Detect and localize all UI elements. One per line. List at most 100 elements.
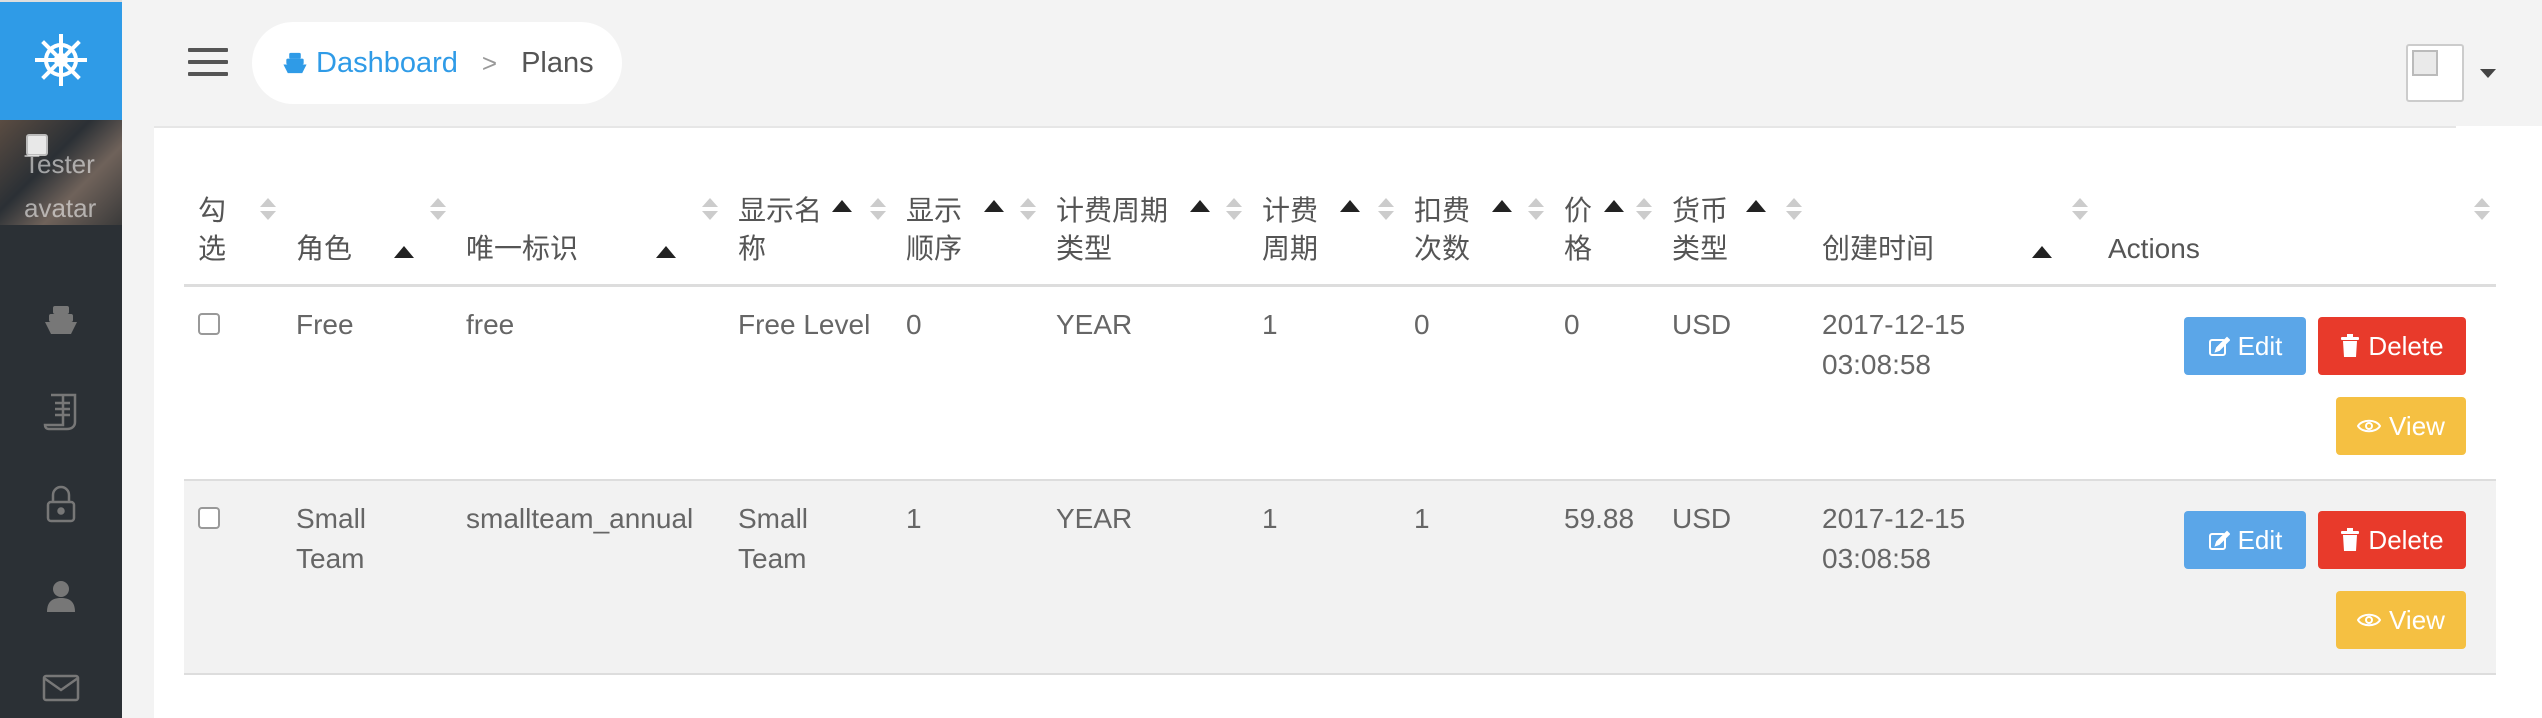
sort-icon [430,198,446,220]
header: Dashboard > Plans [122,0,2542,126]
cell-currency: USD [1658,285,1808,481]
sort-icon [260,198,276,220]
row-checkbox[interactable] [198,506,220,529]
cell-cycle: 1 [1248,285,1400,481]
cell-charges: 0 [1400,285,1550,481]
col-label: 勾 选 [198,195,227,264]
row-checkbox[interactable] [198,313,220,335]
row-select[interactable] [184,479,282,675]
sidebar-item-user[interactable] [0,566,122,626]
col-order[interactable]: 显示 顺序 [892,192,1042,287]
cell-charges: 1 [1400,479,1550,675]
edit-button[interactable]: Edit [2184,317,2306,375]
brand-logo[interactable] [0,0,122,120]
caret-down-icon [2480,68,2496,78]
sort-asc-icon [656,246,676,258]
delete-button[interactable]: Delete [2318,510,2466,569]
sort-icon [2072,198,2088,220]
cell-key: smallteam_annual [452,479,724,675]
col-display-name[interactable]: 显示名 称 [724,192,892,287]
sort-asc-icon [1604,200,1624,212]
sort-asc-icon [394,246,414,258]
col-label: 价 格 [1564,195,1593,264]
row-select[interactable] [184,285,282,481]
breadcrumb-separator: > [481,47,498,78]
sidebar-item-ship[interactable] [0,290,122,350]
col-label: 计费 周期 [1262,195,1319,264]
edit-button[interactable]: Edit [2184,510,2306,569]
sort-icon [1528,198,1544,220]
col-key[interactable]: 唯一标识 [452,192,724,287]
table-row: Free free Free Level 0 YEAR 1 0 0 USD 20… [184,285,2496,481]
trash-icon [2341,527,2360,551]
cell-order: 1 [892,479,1042,675]
sort-icon [1020,198,1036,220]
cell-price: 0 [1550,285,1658,481]
cell-role: Small Team [282,479,452,675]
sort-icon [1226,198,1242,220]
col-actions[interactable]: Actions [2094,192,2496,287]
cell-created: 2017-12-15 03:08:58 [1808,479,2094,675]
delete-button[interactable]: Delete [2318,317,2466,375]
table-row: Small Team smallteam_annual Small Team 1… [184,479,2496,675]
breadcrumb-dashboard-link[interactable]: Dashboard [282,47,458,80]
user-menu[interactable] [2406,44,2496,102]
plans-table: 勾 选 角色 唯一标识 显示名 称 显示 顺序 计费周期 类型 计费 周期 扣费… [184,192,2496,675]
sort-icon [1378,198,1394,220]
cell-currency: USD [1658,479,1808,675]
col-label: 唯一标识 [466,233,579,264]
col-label: Actions [2108,233,2200,264]
view-label: View [2389,411,2445,441]
cell-key: free [452,285,724,481]
breadcrumb: Dashboard > Plans [252,22,622,104]
col-cycle-type[interactable]: 计费周期 类型 [1042,192,1248,287]
col-created[interactable]: 创建时间 [1808,192,2094,287]
table-header-row: 勾 选 角色 唯一标识 显示名 称 显示 顺序 计费周期 类型 计费 周期 扣费… [184,192,2496,287]
cell-role: Free [282,285,452,481]
cell-cycle-type: YEAR [1042,285,1248,481]
col-label: 角色 [296,233,353,264]
sort-asc-icon [1190,200,1210,212]
col-label: 显示 顺序 [906,195,963,264]
delete-label: Delete [2368,524,2444,555]
col-role[interactable]: 角色 [282,192,452,287]
view-button[interactable]: View [2336,397,2466,455]
sidebar: Tester avatar [0,0,122,718]
col-charges[interactable]: 扣费 次数 [1400,192,1550,287]
sort-asc-icon [984,200,1004,212]
col-label: 显示名 称 [738,195,823,264]
main-content: 勾 选 角色 唯一标识 显示名 称 显示 顺序 计费周期 类型 计费 周期 扣费… [154,126,2542,718]
sidebar-item-mail[interactable] [0,658,122,718]
sort-asc-icon [2032,246,2052,258]
col-price[interactable]: 价 格 [1550,192,1658,287]
ship-icon [45,306,77,334]
lock-icon [46,485,76,523]
sort-asc-icon [832,200,852,212]
sort-icon [870,198,886,220]
cell-cycle-type: YEAR [1042,479,1248,675]
cell-created: 2017-12-15 03:08:58 [1808,285,2094,481]
cell-cycle: 1 [1248,479,1400,675]
cell-order: 0 [892,285,1042,481]
edit-label: Edit [2237,331,2283,361]
sort-icon [2474,198,2490,220]
edit-icon [2208,336,2230,356]
edit-icon [2208,530,2230,550]
sort-asc-icon [1746,200,1766,212]
delete-label: Delete [2368,331,2444,361]
user-avatar [2406,44,2464,102]
view-label: View [2389,604,2445,635]
sidebar-item-lock[interactable] [0,474,122,534]
menu-toggle-icon[interactable] [188,48,228,78]
eye-icon [2357,613,2382,626]
col-cycle[interactable]: 计费 周期 [1248,192,1400,287]
col-select[interactable]: 勾 选 [184,192,282,287]
sort-icon [702,198,718,220]
ship-icon [283,52,307,74]
view-button[interactable]: View [2336,590,2466,649]
receipt-icon [43,393,77,431]
sidebar-item-receipt[interactable] [0,382,122,442]
col-currency[interactable]: 货币 类型 [1658,192,1808,287]
cell-price: 59.88 [1550,479,1658,675]
avatar[interactable]: Tester avatar [0,120,122,225]
